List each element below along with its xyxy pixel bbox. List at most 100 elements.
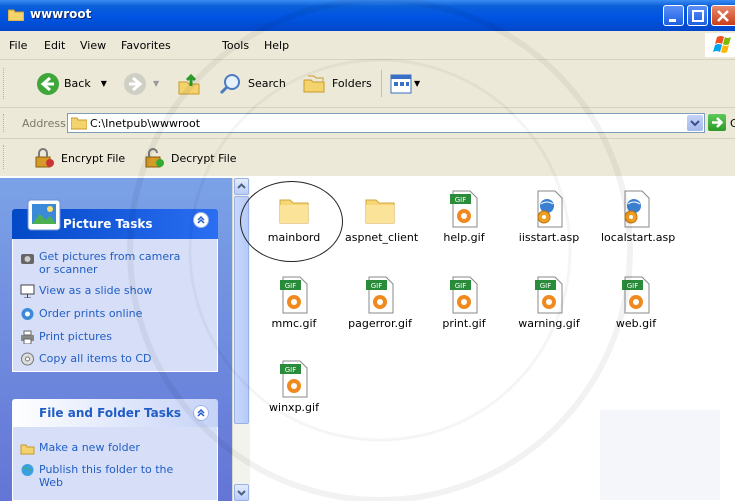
scroll-up-button[interactable] [234,178,249,195]
gif-file-icon: GIF [450,190,478,228]
collapse-chevron-icon[interactable] [193,405,209,421]
file-item-localstart-asp[interactable]: localstart.asp [601,190,676,244]
task-print-pictures[interactable]: Print pictures [39,330,112,343]
gif-badge-text: GIF [285,366,297,374]
maximize-button[interactable] [687,5,708,26]
go-label[interactable]: Go [730,117,735,130]
order-prints-icon [21,308,34,320]
address-value: C:\Inetpub\wwwroot [90,117,201,130]
chevron-down-icon[interactable]: ▼ [101,79,107,88]
menu-help[interactable]: Help [264,39,289,52]
task-get-pictures[interactable]: Get pictures from camera or scanner [39,250,189,276]
decrypt-file-label: Decrypt File [171,151,237,165]
up-folder-button[interactable] [177,60,201,107]
encrypt-file-button[interactable]: Encrypt File [33,147,125,169]
file-label: print.gif [442,317,486,330]
maximize-icon [692,10,704,22]
chevron-down-icon [237,490,246,496]
address-label: Address [22,117,66,130]
task-order-prints[interactable]: Order prints online [39,307,142,320]
file-label: winxp.gif [269,401,319,414]
close-icon [717,10,729,22]
unlock-icon [145,148,164,168]
toolbar-grip [3,114,7,132]
folder-icon [8,9,24,21]
minimize-button[interactable] [663,5,684,26]
chevron-up-icon [197,215,205,224]
folders-button[interactable]: Folders [302,60,372,107]
file-item-help-gif[interactable]: GIF help.gif [429,190,499,244]
file-folder-tasks-header[interactable]: File and Folder Tasks [12,399,218,427]
file-label: pagerror.gif [348,317,412,330]
search-button[interactable]: Search [218,60,286,107]
file-item-mmc-gif[interactable]: GIF mmc.gif [259,276,329,330]
menu-bar: File Edit View Favorites Tools Help [0,31,735,60]
gif-badge-text: GIF [455,282,467,290]
gif-badge-text: GIF [627,282,639,290]
picture-tasks-icon [27,199,61,231]
file-item-web-gif[interactable]: GIF web.gif [601,276,671,330]
file-item-aspnet-client[interactable]: aspnet_client [345,190,419,244]
chevron-down-icon[interactable]: ▼ [153,79,159,88]
menu-favorites[interactable]: Favorites [121,39,171,52]
globe-icon [21,464,34,476]
gif-file-icon: GIF [622,276,650,314]
file-label: web.gif [615,317,657,330]
task-slide-show[interactable]: View as a slide show [39,284,152,297]
gif-file-icon: GIF [366,276,394,314]
address-dropdown-button[interactable] [687,115,703,131]
slideshow-icon [20,284,35,298]
toolbar-grip [3,68,7,99]
close-button[interactable] [711,5,735,26]
task-copy-to-cd[interactable]: Copy all items to CD [39,352,152,365]
menu-edit[interactable]: Edit [44,39,65,52]
task-publish-web[interactable]: Publish this folder to the Web [39,463,189,489]
collapse-chevron-icon[interactable] [193,212,209,228]
toolbar-divider [381,70,382,97]
file-item-iisstart-asp[interactable]: iisstart.asp [514,190,584,244]
camera-icon [21,254,34,264]
file-label: localstart.asp [601,231,676,244]
up-folder-icon [178,73,200,94]
cd-icon [21,352,34,366]
menu-view[interactable]: View [80,39,106,52]
back-label: Back [64,77,91,90]
decrypt-file-button[interactable]: Decrypt File [143,147,237,169]
gif-file-icon: GIF [450,276,478,314]
file-label: aspnet_client [345,231,419,244]
file-item-print-gif[interactable]: GIF print.gif [429,276,499,330]
picture-tasks-title: Picture Tasks [63,217,153,231]
forward-button[interactable]: ▼ [123,60,159,107]
gif-badge-text: GIF [540,282,552,290]
lock-icon [35,148,54,168]
file-item-warning-gif[interactable]: GIF warning.gif [514,276,584,330]
chevron-up-icon [197,408,205,417]
asp-file-icon [624,190,650,228]
search-label: Search [248,77,286,90]
chevron-down-icon [690,120,700,127]
menu-tools[interactable]: Tools [222,39,249,52]
go-button[interactable] [708,114,726,131]
file-folder-tasks-title: File and Folder Tasks [39,406,182,420]
task-new-folder[interactable]: Make a new folder [39,441,140,454]
toolbar-grip [3,145,7,169]
menu-file[interactable]: File [9,39,27,52]
address-bar: Address C:\Inetpub\wwwroot Go [0,108,735,139]
windows-logo [705,33,735,57]
address-field[interactable]: C:\Inetpub\wwwroot [67,113,705,133]
standard-toolbar: Back ▼ ▼ Search Folders ▼ [0,60,735,108]
gif-badge-text: GIF [455,196,467,204]
gif-file-icon: GIF [280,360,308,398]
chevron-down-icon[interactable]: ▼ [414,79,420,88]
file-item-pagerror-gif[interactable]: GIF pagerror.gif [345,276,415,330]
back-button[interactable]: Back ▼ [36,60,107,107]
windows-flag-icon [713,36,731,53]
encrypt-toolbar: Encrypt File Decrypt File [0,139,735,176]
gif-file-icon: GIF [280,276,308,314]
views-button[interactable]: ▼ [390,60,420,107]
scroll-down-button[interactable] [234,484,249,501]
go-arrow-icon [712,117,724,128]
window-title: wwwroot [30,7,92,21]
file-item-winxp-gif[interactable]: GIF winxp.gif [259,360,329,414]
search-icon [219,73,240,94]
